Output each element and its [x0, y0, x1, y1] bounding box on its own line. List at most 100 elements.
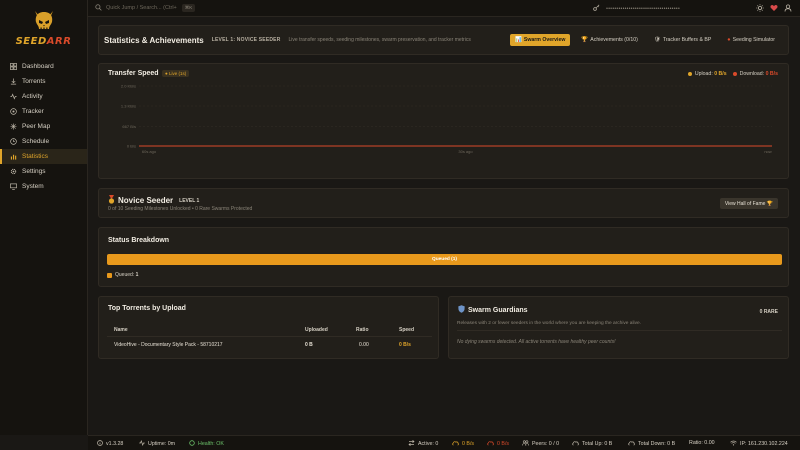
chart-legend: Upload: 0 B/s Download: 0 B/s: [687, 71, 778, 77]
sidebar-item-peer-map[interactable]: Peer Map: [0, 119, 87, 134]
tab-label: Tracker Buffers & BP: [662, 37, 712, 43]
pulse-icon: [139, 440, 145, 448]
shield-icon: [458, 305, 465, 315]
tab-seeding-simulator[interactable]: ● Seeding Simulator: [722, 34, 780, 46]
legend-download: Download: 0 B/s: [732, 71, 778, 77]
sidebar-item-tracker[interactable]: Tracker: [0, 104, 87, 119]
top-torrents-panel: Top Torrents by Upload Name Uploaded Rat…: [98, 296, 439, 359]
legend-upload: Upload: 0 B/s: [687, 71, 727, 77]
rank-subtitle: 0 of 10 Seeding Milestones Unlocked • 0 …: [108, 206, 253, 212]
hall-of-fame-button[interactable]: View Hall of Fame 🏆: [719, 198, 778, 209]
novice-seeder-panel: Novice Seeder LEVEL 1 0 of 10 Seeding Mi…: [98, 188, 789, 218]
queued-swatch-icon: [107, 272, 112, 278]
swarm-guardians-panel: Swarm Guardians 0 RARE Releases with 2 o…: [448, 296, 789, 359]
tab-label: Swarm Overview: [523, 37, 566, 43]
stats-icon: [9, 153, 17, 161]
level-badge: LEVEL 1: NOVICE SEEDER: [211, 37, 281, 43]
sidebar-item-activity[interactable]: Activity: [0, 89, 87, 104]
ratio-text: Ratio: 0.00: [689, 440, 715, 446]
sidebar: SEEDARR Dashboard Torrents Activity Trac…: [0, 0, 88, 435]
panel-title: Status Breakdown: [108, 237, 170, 244]
search-input[interactable]: Quick Jump / Search... (Ctrl+: [106, 5, 177, 11]
upload-speed-text: 0 B/s: [462, 441, 475, 447]
rank-name: Novice Seeder: [118, 196, 174, 205]
y-tick-label: 2.0 KB/s: [121, 84, 136, 89]
heart-icon[interactable]: [770, 4, 778, 14]
footer-upload-speed: 0 B/s: [452, 440, 474, 448]
x-tick-label: now: [764, 149, 771, 154]
skull-logo-icon: [34, 11, 53, 30]
footer-download-speed: 0 B/s: [487, 440, 509, 448]
sidebar-item-dashboard[interactable]: Dashboard: [0, 59, 87, 74]
sidebar-item-torrents[interactable]: Torrents: [0, 74, 87, 89]
col-header-speed: Speed: [399, 327, 415, 333]
torrent-uploaded: 0 B: [305, 342, 313, 348]
tab-label: Seeding Simulator: [732, 37, 775, 43]
health-text: Health: OK: [198, 441, 224, 447]
download-cloud-icon: [487, 440, 494, 448]
queued-bar[interactable]: Queued (1): [107, 254, 782, 265]
tab-bar: 📊 Swarm Overview 🏆 Achievements (0/10) 🛡…: [510, 34, 780, 46]
search-box[interactable]: Quick Jump / Search... (Ctrl+ ⌘K: [95, 3, 196, 13]
footer-total-up: Total Up: 0 B: [572, 440, 612, 448]
logo[interactable]: SEEDARR: [0, 0, 87, 58]
sidebar-nav: Dashboard Torrents Activity Tracker Peer…: [0, 59, 87, 194]
user-icon[interactable]: [784, 3, 792, 14]
monitor-icon: [9, 183, 17, 191]
footer-health: Health: OK: [189, 440, 224, 448]
footer-active: Active: 0: [408, 440, 438, 448]
col-header-name: Name: [114, 327, 128, 333]
download-dot-icon: [732, 71, 737, 76]
download-speed-text: 0 B/s: [497, 441, 510, 447]
password-field[interactable]: ••••••••••••••••••••••••••••••••••••: [606, 6, 680, 12]
transfer-speed-panel: Transfer Speed ● Live (1s) Upload: 0 B/s…: [98, 63, 789, 179]
chart-icon: 📊: [515, 37, 522, 43]
status-breakdown-panel: Status Breakdown Queued (1) Queued: 1: [98, 227, 789, 287]
sidebar-item-label: Statistics: [22, 153, 49, 160]
panel-title-wrap: Swarm Guardians: [458, 305, 528, 315]
sidebar-item-label: System: [22, 183, 44, 190]
col-header-ratio: Ratio: [356, 327, 369, 333]
sidebar-item-system[interactable]: System: [0, 179, 87, 194]
brand-name: SEEDARR: [15, 36, 72, 47]
upload-dot-icon: [687, 71, 692, 76]
footer-peers: Peers: 0 / 0: [522, 440, 559, 448]
cloud-down-icon: [628, 440, 635, 448]
panel-title: Transfer Speed: [108, 70, 159, 77]
tab-swarm-overview[interactable]: 📊 Swarm Overview: [510, 34, 571, 46]
sun-icon[interactable]: [756, 3, 764, 14]
sidebar-item-label: Settings: [22, 168, 46, 175]
ip-text: IP: 161.230.102.224: [740, 441, 788, 447]
total-up-text: Total Up: 0 B: [582, 441, 613, 447]
grid-icon: [9, 63, 17, 71]
legend-count: 1: [135, 272, 139, 278]
active-text: Active: 0: [418, 441, 439, 447]
divider: [107, 336, 432, 337]
health-dot-icon: [189, 440, 195, 448]
page-header: Statistics & Achievements LEVEL 1: NOVIC…: [98, 25, 789, 55]
trophy-icon: 🏆: [581, 37, 589, 43]
guardians-description: Releases with 2 or fewer seeders in the …: [457, 321, 641, 326]
transfer-speed-chart: 2.0 KB/s 1.3 KB/s 667 B/s 0 B/s 60s ago 30s a…: [121, 84, 772, 154]
key-icon[interactable]: [593, 4, 600, 13]
tab-tracker-buffers[interactable]: 🛡 Tracker Buffers & BP: [649, 34, 716, 46]
live-badge: ● Live (1s): [162, 70, 190, 77]
y-tick-label: 0 B/s: [127, 144, 136, 149]
torrent-name: VideoHive - Documentary Style Pack - 587…: [114, 342, 223, 348]
sidebar-item-settings[interactable]: Settings: [0, 164, 87, 179]
rank-title: Novice Seeder LEVEL 1: [108, 195, 199, 206]
divider: [457, 330, 782, 331]
sidebar-item-schedule[interactable]: Schedule: [0, 134, 87, 149]
sidebar-item-statistics[interactable]: Statistics: [0, 149, 87, 164]
footer-uptime: Uptime: 0m: [139, 440, 175, 448]
swap-icon: [408, 440, 415, 448]
gear-icon: [9, 168, 17, 176]
radar-icon: [9, 108, 17, 116]
status-legend: Queued: 1: [107, 272, 138, 278]
peers-icon: [522, 440, 529, 448]
sidebar-item-label: Peer Map: [22, 123, 51, 130]
page-description: Live transfer speeds, seeding milestones…: [288, 37, 471, 43]
pulse-icon: [9, 93, 17, 101]
tab-achievements[interactable]: 🏆 Achievements (0/10): [576, 34, 642, 46]
footer-version: v1.3.28: [97, 440, 123, 448]
